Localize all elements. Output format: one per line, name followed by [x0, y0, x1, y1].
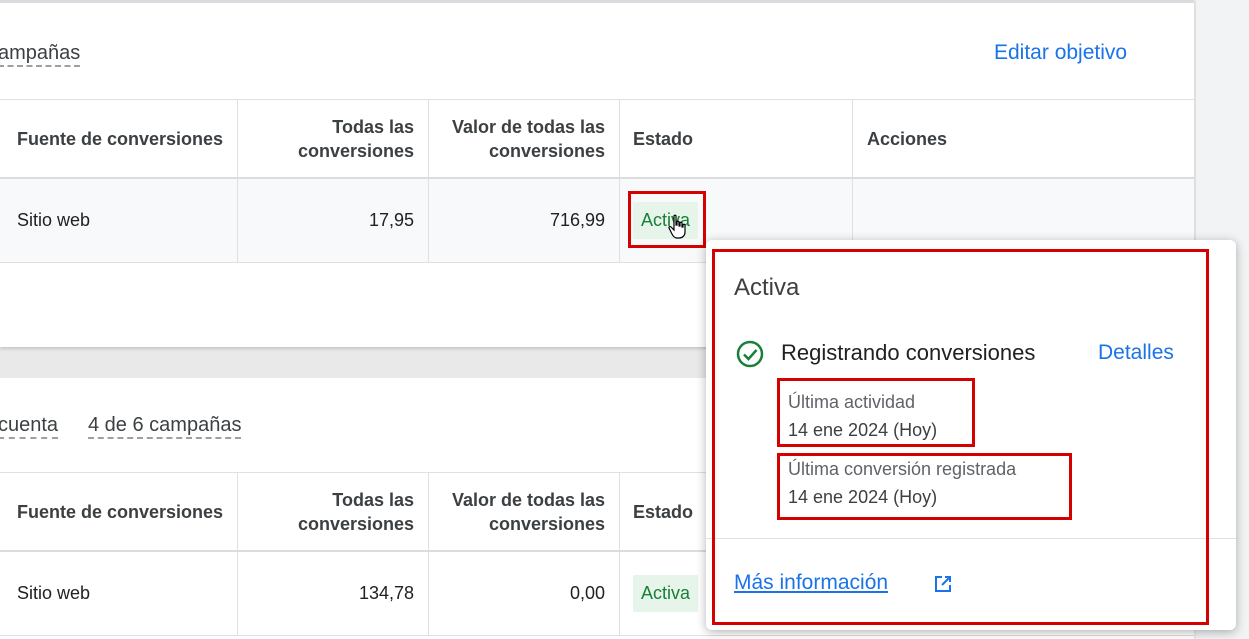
status-badge[interactable]: Activa	[633, 575, 699, 612]
cell-source: Sitio web	[17, 210, 91, 230]
header-actions: Acciones	[852, 100, 1194, 177]
cell-value-all-conversions: 716,99	[428, 179, 619, 262]
cell-source: Sitio web	[17, 583, 91, 603]
header-source[interactable]: Fuente de conversiones	[0, 100, 237, 177]
hand-cursor-icon	[668, 214, 686, 239]
status-highlight-box	[628, 191, 706, 248]
last-conversion-highlight-box	[777, 453, 1072, 520]
header-all-conversions[interactable]: Todas las conversiones	[237, 473, 428, 550]
header-value-all-conversions[interactable]: Valor de todas las conversiones	[428, 100, 619, 177]
account-filter-link[interactable]: cuenta	[0, 413, 59, 439]
header-source[interactable]: Fuente de conversiones	[0, 473, 237, 550]
conversion-table-top: Fuente de conversiones Todas las convers…	[0, 99, 1194, 263]
header-value-all-conversions[interactable]: Valor de todas las conversiones	[428, 473, 619, 550]
edit-goal-link[interactable]: Editar objetivo	[994, 41, 1127, 65]
header-all-conversions[interactable]: Todas las conversiones	[237, 100, 428, 177]
campaigns-filter-link[interactable]: ampañas	[0, 41, 81, 67]
cell-all-conversions: 134,78	[237, 552, 428, 635]
last-activity-highlight-box	[777, 378, 975, 447]
cell-all-conversions: 17,95	[237, 179, 428, 262]
table-header: Fuente de conversiones Todas las convers…	[0, 99, 1194, 179]
campaigns-filter-link[interactable]: 4 de 6 campañas	[88, 413, 242, 439]
cell-value-all-conversions: 0,00	[428, 552, 619, 635]
header-status[interactable]: Estado	[619, 100, 852, 177]
